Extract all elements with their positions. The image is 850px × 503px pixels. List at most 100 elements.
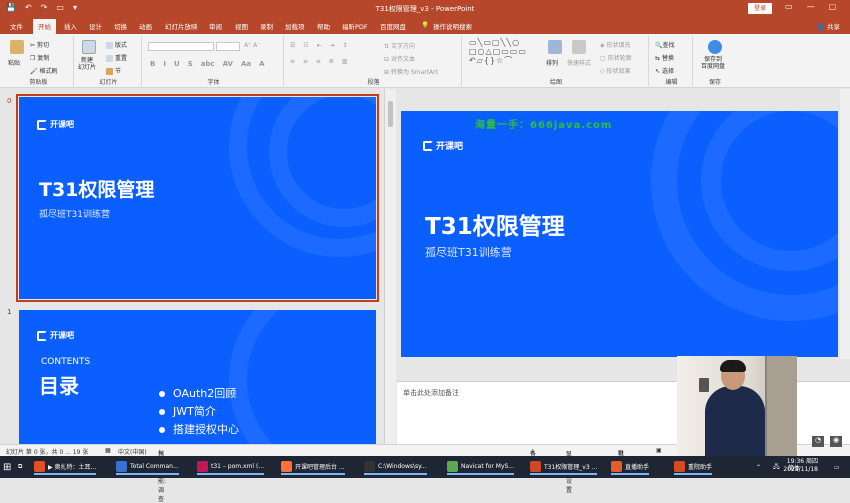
tab-13[interactable]: 百度网盘 — [380, 21, 406, 31]
taskbar-app[interactable]: 直播助手 — [611, 459, 650, 475]
edit-area-scrollbar[interactable] — [840, 89, 850, 359]
tab-0[interactable]: 文件 — [10, 21, 23, 31]
taskbar-app[interactable]: Navicat for MyS... — [447, 459, 515, 475]
language-indicator[interactable]: 中文(中国) — [118, 447, 147, 456]
taskbar-app[interactable]: C:\Windows\sy... — [364, 459, 427, 475]
window-controls: ▭ — ▢ ✕ — [785, 2, 850, 11]
list-item: OAuth2回顾 — [159, 385, 239, 403]
copy-button[interactable]: ❐ 复制 — [30, 53, 49, 62]
tab-11[interactable]: 帮助 — [317, 21, 330, 31]
taskbar-app[interactable]: 开课吧管理后台 ... — [281, 459, 345, 475]
tab-12[interactable]: 福昕PDF — [342, 21, 368, 31]
list-buttons[interactable]: ☰ ☷ ⇤ ⇥ ↕ — [290, 42, 350, 49]
taskbar-app[interactable]: T31权限管理_v3 ... — [530, 459, 598, 475]
system-tray-chevron-icon[interactable]: ⌃ — [756, 459, 761, 475]
slide-thumbnail[interactable]: 开课吧 CONTENTS 目录 OAuth2回顾 JWT简介 搭建授权中心 — [19, 310, 376, 444]
reset-button[interactable]: 重置 — [106, 53, 127, 62]
smartart-label: 转换为 SmartArt — [390, 69, 438, 76]
font-size-select[interactable] — [216, 42, 240, 51]
italic-button[interactable]: I — [163, 60, 166, 68]
text-direction-icon: ⇅ — [384, 43, 391, 50]
shape-effects-button[interactable]: ◇ 形状效果 — [600, 66, 631, 75]
taskbar-app[interactable]: 重院助手 — [674, 459, 713, 475]
layout-button[interactable]: 版式 — [106, 40, 127, 49]
task-view-icon[interactable]: ⧉ — [18, 459, 22, 475]
baidu-cloud-icon[interactable] — [708, 40, 722, 54]
replace-button[interactable]: ⇆ 替换 — [655, 53, 674, 62]
tab-9[interactable]: 录制 — [260, 21, 273, 31]
save-to-baidu-button[interactable]: 保存到 百度网盘 — [701, 56, 725, 70]
network-icon[interactable]: 🖧 — [773, 459, 780, 475]
slide-thumbnail-pane[interactable]: 0 开课吧 T31权限管理 孤尽班T31训练营 1 开课吧 CONTENTS 目… — [0, 89, 384, 444]
drawing-group-label: 绘图 — [549, 79, 562, 86]
strikethrough-button[interactable]: abc — [201, 60, 215, 68]
new-slide-icon[interactable] — [82, 40, 96, 54]
system-clock[interactable]: 19:36 周四 2021/11/18 — [783, 458, 818, 474]
shapes-gallery[interactable]: ▭╲▭▢╲╲○ □○△▢▭▭▭ ↶▱{}☆⌒ — [469, 38, 537, 65]
format-painter-button[interactable]: 🖌 格式刷 — [30, 66, 58, 75]
grow-font-button[interactable]: A⁺ A⁻ — [244, 42, 260, 49]
align-text-button[interactable]: ⊟ 对齐文本 — [384, 54, 415, 63]
underline-button[interactable]: U — [174, 60, 180, 68]
taskbar-app[interactable]: ▶ 奥扎特：土耳... — [34, 459, 97, 475]
tab-7[interactable]: 审阅 — [209, 21, 222, 31]
current-slide[interactable]: 开课吧 T31权限管理 孤尽班T31训练营 — [401, 111, 838, 357]
shape-fill-button[interactable]: ◈ 形状填充 — [600, 40, 631, 49]
spellcheck-icon[interactable]: ▦ — [105, 447, 111, 454]
align-buttons[interactable]: ≡ ≡ ≡ ≣ ▥ — [290, 58, 350, 65]
section-button[interactable]: 节 — [106, 66, 121, 75]
tab-8[interactable]: 视图 — [235, 21, 248, 31]
section-icon — [106, 68, 113, 75]
mic-control-icon[interactable]: ◉ — [830, 436, 842, 447]
tab-4[interactable]: 切换 — [114, 21, 127, 31]
arrange-button[interactable]: 排列 — [546, 58, 558, 67]
minimize-icon[interactable]: — — [807, 2, 815, 11]
notification-icon[interactable]: ▭ — [834, 459, 840, 475]
slide-title[interactable]: T31权限管理 — [425, 207, 565, 241]
reset-icon — [106, 55, 113, 62]
normal-view-icon[interactable]: ▣ — [656, 447, 662, 454]
arrange-icon[interactable] — [548, 40, 562, 54]
tab-2[interactable]: 插入 — [64, 21, 77, 31]
maximize-icon[interactable]: ▢ — [829, 2, 837, 11]
tab-3[interactable]: 设计 — [89, 21, 102, 31]
thumbnail-scrollbar[interactable] — [384, 89, 396, 444]
taskbar-app[interactable]: Total Comman... — [116, 459, 179, 475]
slides-group: 新建 幻灯片 版式 重置 节 幻灯片 — [76, 36, 142, 86]
tab-5[interactable]: 动画 — [139, 21, 152, 31]
taskbar-app[interactable]: t31 – pom.xml (... — [197, 459, 265, 475]
find-button[interactable]: 🔍查找 — [655, 40, 675, 49]
brush-icon: 🖌 — [30, 68, 38, 75]
paste-button[interactable]: 粘贴 — [8, 58, 20, 67]
tab-6[interactable]: 幻灯片放映 — [165, 21, 198, 31]
smartart-button[interactable]: ⊞ 转换为 SmartArt — [384, 67, 438, 76]
quick-styles-icon[interactable] — [572, 40, 586, 54]
slide-thumbnail[interactable]: 开课吧 T31权限管理 孤尽班T31训练营 — [16, 94, 379, 302]
slide-subtitle[interactable]: 孤尽班T31训练营 — [425, 244, 512, 260]
ribbon-display-icon[interactable]: ▭ — [785, 2, 793, 11]
start-button[interactable]: ⊞ — [3, 459, 11, 475]
select-button[interactable]: ↖ 选择 — [655, 66, 674, 75]
camera-control-icon[interactable]: ◔ — [812, 436, 824, 447]
quick-styles-button[interactable]: 快速样式 — [567, 58, 591, 67]
shape-outline-button[interactable]: ▢ 形状轮廓 — [600, 53, 632, 62]
shadow-button[interactable]: S — [188, 60, 193, 68]
bold-button[interactable]: B — [150, 60, 155, 68]
tell-me-search[interactable]: 操作说明搜索 — [433, 21, 472, 31]
cut-button[interactable]: ✂ 剪切 — [30, 40, 49, 49]
scrollbar-thumb[interactable] — [388, 101, 393, 127]
font-color-button[interactable]: A — [259, 60, 264, 68]
tab-1[interactable]: 开始 — [33, 19, 56, 34]
spacing-button[interactable]: AV — [223, 60, 233, 68]
slide-edit-area[interactable]: 开课吧 T31权限管理 孤尽班T31训练营 — [397, 89, 850, 381]
replace-icon: ⇆ — [655, 55, 662, 62]
font-name-select[interactable] — [148, 42, 214, 51]
text-direction-button[interactable]: ⇅ 文字方向 — [384, 41, 415, 50]
paste-icon[interactable] — [10, 40, 24, 54]
login-button[interactable]: 登录 — [748, 3, 772, 14]
change-case-button[interactable]: Aa — [241, 60, 251, 68]
share-button[interactable]: 👤 共享 — [817, 21, 840, 31]
tab-10[interactable]: 加载项 — [285, 21, 305, 31]
notes-placeholder[interactable]: 单击此处添加备注 — [403, 388, 459, 398]
new-slide-button[interactable]: 新建 幻灯片 — [78, 57, 96, 71]
